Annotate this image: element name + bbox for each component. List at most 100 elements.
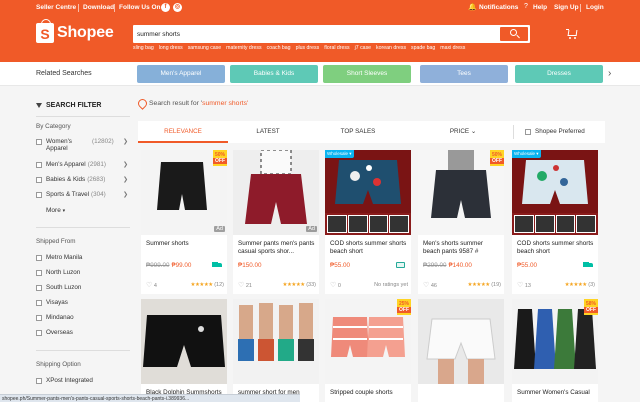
search-suggestion[interactable]: maxi dress (440, 45, 465, 51)
shipping-option-heading: Shipping Option (36, 361, 81, 368)
location-option[interactable]: Mindanao (36, 314, 128, 321)
product-image[interactable]: 25% OFF (325, 299, 411, 384)
preferred-label: Shopee Preferred (535, 128, 585, 135)
search-suggestion[interactable]: coach bag (267, 45, 291, 51)
category-option[interactable]: Men's Apparel (2981) ❯ (36, 161, 128, 168)
sign-up-link[interactable]: Sign Up (554, 4, 579, 11)
product-card[interactable]: 50% OFF Ad Summer shorts ₱999.00 ₱99.00 ♡ … (141, 150, 227, 294)
tab-relevance[interactable]: RELEVANCE (138, 121, 228, 143)
checkbox[interactable] (36, 285, 42, 291)
heart-icon[interactable]: ♡ (238, 282, 244, 289)
product-card[interactable]: 50% OFF Men's shorts summer beach pants 9… (418, 150, 504, 294)
product-image[interactable]: Ad (233, 150, 319, 235)
chevron-down-icon[interactable]: ❯ (123, 191, 128, 198)
product-card[interactable]: Wholesale ▾ COD shorts summer shorts bea… (512, 150, 598, 294)
search-suggestion[interactable]: long dress (159, 45, 183, 51)
checkbox[interactable] (36, 177, 42, 183)
search-suggestion[interactable]: sling bag (133, 45, 154, 51)
category-option[interactable]: Sports & Travel (304) ❯ (36, 191, 128, 198)
bell-icon[interactable]: 🔔 (468, 3, 477, 11)
location-option[interactable]: Overseas (36, 329, 128, 336)
checkbox[interactable] (36, 270, 42, 276)
shopee-logo[interactable]: S Shopee (36, 19, 114, 45)
search-suggestion[interactable]: samsung case (188, 45, 221, 51)
discount-badge: 25% OFF (397, 299, 411, 315)
product-image[interactable]: 50% OFF (418, 150, 504, 235)
search-result-heading: Search result for 'summer shorts' (149, 100, 248, 107)
notifications-link[interactable]: Notifications (479, 4, 518, 11)
product-card[interactable]: summer short for men (233, 299, 319, 402)
cart-icon[interactable] (566, 28, 578, 39)
search-suggestion[interactable]: korean dress (376, 45, 406, 51)
heart-icon[interactable]: ♡ (517, 282, 523, 289)
chevron-down-icon[interactable]: ❯ (123, 161, 128, 168)
shopee-preferred-filter[interactable]: Shopee Preferred (525, 128, 585, 135)
tab-price[interactable]: PRICE ⌄ (418, 121, 508, 143)
category-count: (304) (91, 191, 106, 198)
product-image[interactable]: 58% OFF (512, 299, 598, 384)
location-option[interactable]: Visayas (36, 299, 128, 306)
shipping-icon (583, 262, 593, 268)
product-image[interactable]: Wholesale ▾ (512, 150, 598, 235)
product-image[interactable]: Wholesale ▾ (325, 150, 411, 235)
product-image[interactable] (233, 299, 319, 384)
product-image[interactable] (141, 299, 227, 384)
search-button[interactable] (500, 27, 528, 41)
search-suggestion[interactable]: maternity dress (226, 45, 261, 51)
search-suggestion[interactable]: plus dress (296, 45, 320, 51)
tab-latest[interactable]: LATEST (228, 121, 308, 143)
checkbox[interactable] (525, 129, 531, 135)
tab-top-sales[interactable]: TOP SALES (308, 121, 408, 143)
related-pill[interactable]: Men's Apparel (137, 65, 225, 83)
login-link[interactable]: Login (586, 4, 604, 11)
chevron-down-icon[interactable]: ❯ (123, 138, 128, 145)
product-card[interactable] (418, 299, 504, 402)
product-image[interactable]: 50% OFF Ad (141, 150, 227, 235)
shipping-option[interactable]: XPost Integrated (36, 377, 128, 384)
category-option[interactable]: Babies & Kids (2683) ❯ (36, 176, 128, 183)
more-categories-link[interactable]: More ▾ (46, 207, 65, 214)
related-pill[interactable]: Babies & Kids (230, 65, 318, 83)
category-option[interactable]: Women's Apparel (12802) ❯ (36, 138, 128, 152)
checkbox[interactable] (36, 300, 42, 306)
heart-icon[interactable]: ♡ (423, 282, 429, 289)
checkbox[interactable] (36, 378, 42, 384)
product-card[interactable]: Wholesale ▾ COD shorts summer shorts bea… (325, 150, 411, 294)
instagram-icon[interactable]: ◎ (173, 3, 182, 12)
product-card[interactable]: 58% OFF Summer Women's Casual (512, 299, 598, 402)
checkbox[interactable] (36, 162, 42, 168)
related-pill[interactable]: Dresses (515, 65, 603, 83)
original-price: ₱299.00 (423, 262, 447, 269)
facebook-icon[interactable]: f (161, 3, 170, 12)
like-count: 0 (337, 283, 341, 289)
search-suggestion[interactable]: floral dress (324, 45, 349, 51)
chevron-down-icon[interactable]: ❯ (123, 176, 128, 183)
help-icon[interactable]: ? (524, 3, 528, 10)
result-prefix: Search result for ' (149, 100, 203, 107)
location-option[interactable]: Metro Manila (36, 254, 128, 261)
location-option[interactable]: South Luzon (36, 284, 128, 291)
related-pill[interactable]: Short Sleeves (323, 65, 411, 83)
heart-icon[interactable]: ♡ (330, 282, 336, 289)
product-image[interactable] (418, 299, 504, 384)
header: Seller Centre Download Follow Us On f ◎ … (0, 0, 640, 62)
result-keyword: summer shorts (202, 100, 248, 107)
product-card[interactable]: Black Dolphin Summshorts (141, 299, 227, 402)
checkbox[interactable] (36, 192, 42, 198)
search-suggestion[interactable]: j7 case (355, 45, 371, 51)
checkbox[interactable] (36, 255, 42, 261)
checkbox[interactable] (36, 330, 42, 336)
checkbox[interactable] (36, 315, 42, 321)
checkbox[interactable] (36, 139, 42, 145)
search-suggestion[interactable]: spade bag (411, 45, 435, 51)
download-link[interactable]: Download (83, 4, 114, 11)
search-input[interactable] (137, 27, 497, 41)
product-card[interactable]: Ad Summer pants men's pants casual sport… (233, 150, 319, 294)
location-option[interactable]: North Luzon (36, 269, 128, 276)
product-card[interactable]: 25% OFF Stripped couple shorts (325, 299, 411, 402)
seller-centre-link[interactable]: Seller Centre (36, 4, 76, 11)
help-link[interactable]: Help (533, 4, 547, 11)
related-pill[interactable]: Tees (420, 65, 508, 83)
chevron-right-icon[interactable]: › (608, 68, 611, 79)
heart-icon[interactable]: ♡ (146, 282, 152, 289)
